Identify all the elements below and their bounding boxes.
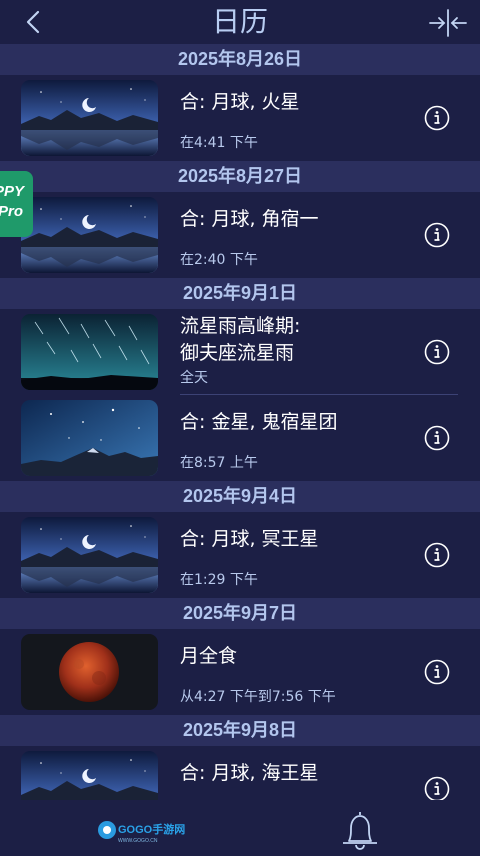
notifications-button[interactable] [337,806,383,852]
event-title: 合: 金星, 鬼宿星团 [180,411,338,433]
event-time: 在1:29 下午 [180,572,258,588]
date-header: 2025年8月26日 [0,44,480,75]
bell-icon [343,812,377,850]
watermark-url: WWW.GOGO.CN [118,838,158,844]
event-row[interactable]: 流星雨高峰期: 御夫座流星雨 全天 [0,309,480,395]
event-time: 在2:40 下午 [180,252,258,268]
event-title: 合: 月球, 海王星 [180,762,319,784]
compress-button[interactable] [428,6,468,40]
event-thumbnail [21,80,158,156]
info-button[interactable] [424,222,450,248]
promo-badge-text: PPY [0,183,25,200]
event-time: 在8:57 上午 [180,455,258,471]
event-row[interactable]: 合: 金星, 鬼宿星团 在8:57 上午 [0,395,480,481]
date-header: 2025年9月4日 [0,481,480,512]
info-button[interactable] [424,425,450,451]
promo-badge-text: Pro [0,203,24,220]
event-time: 从4:27 下午到7:56 下午 [180,689,336,705]
date-header: 2025年9月1日 [0,278,480,309]
date-header: 2025年9月7日 [0,598,480,629]
event-title: 合: 月球, 角宿一 [180,208,319,230]
info-button[interactable] [424,659,450,685]
event-title: 流星雨高峰期: 御夫座流星雨 [180,313,410,367]
event-thumbnail [21,400,158,476]
page-title: 日历 [211,5,268,38]
event-title-line: 御夫座流星雨 [180,342,295,364]
top-bar: 日历 [0,0,480,44]
compress-arrows-icon [429,9,467,37]
event-list[interactable]: 2025年8月26日 合: 月球, 火星 在4:41 下午 2025年8月27日… [0,44,480,800]
info-circle-icon [424,659,450,685]
info-button[interactable] [424,339,450,365]
event-title: 合: 月球, 冥王星 [180,528,319,550]
info-circle-icon [424,222,450,248]
info-button[interactable] [424,542,450,568]
promo-badge[interactable]: PPY Pro [0,171,33,237]
info-circle-icon [424,339,450,365]
event-thumbnail [21,634,158,710]
info-circle-icon [424,425,450,451]
info-circle-icon [424,105,450,131]
info-circle-icon [424,542,450,568]
date-header: 2025年9月8日 [0,715,480,746]
info-circle-icon [424,776,450,800]
event-title: 月全食 [180,645,238,667]
event-time: 全天 [180,370,208,386]
event-row[interactable]: 合: 月球, 角宿一 在2:40 下午 [0,192,480,278]
event-thumbnail [21,517,158,593]
event-thumbnail [21,751,158,800]
watermark-logo: GOGO手游网 WWW.GOGO.CN [96,818,192,844]
event-time: 在4:41 下午 [180,135,258,151]
info-button[interactable] [424,776,450,800]
event-row[interactable]: 合: 月球, 火星 在4:41 下午 [0,75,480,161]
bottom-bar: GOGO手游网 WWW.GOGO.CN [0,800,480,853]
event-thumbnail [21,314,158,390]
event-thumbnail [21,197,158,273]
event-title: 合: 月球, 火星 [180,91,300,113]
date-header: 2025年8月27日 [0,161,480,192]
event-row[interactable]: 合: 月球, 冥王星 在1:29 下午 [0,512,480,598]
watermark-text: GOGO手游网 [118,822,185,836]
event-row[interactable]: 月全食 从4:27 下午到7:56 下午 [0,629,480,715]
event-row[interactable]: 合: 月球, 海王星 [0,746,480,800]
event-title-line: 流星雨高峰期: [180,315,301,337]
info-button[interactable] [424,105,450,131]
